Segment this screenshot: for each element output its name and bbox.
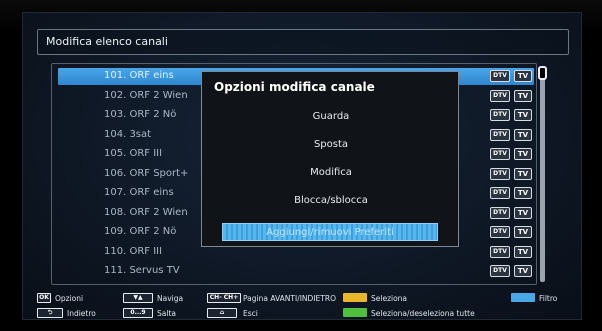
skip-key: 0...9: [123, 308, 153, 318]
dtv-badge: DTV: [490, 109, 510, 121]
menu-item-add-remove-favourites[interactable]: Aggiungi/rimuovi Preferiti: [222, 223, 438, 241]
dtv-badge: DTV: [490, 70, 510, 82]
tv-badge: TV: [514, 167, 532, 180]
tv-badge: TV: [514, 265, 532, 277]
channel-name: 111. Servus TV: [104, 265, 180, 276]
channel-row[interactable]: 111. Servus TV DTV TV: [58, 263, 534, 280]
popup-title: Opzioni modifica canale: [214, 80, 375, 94]
page-label: Pagina AVANTI/INDIETRO: [243, 294, 336, 303]
tv-badge: TV: [514, 187, 532, 199]
channel-name: 103. ORF 2 Nö: [104, 109, 177, 120]
tv-badge: TV: [514, 70, 532, 82]
menu-item-move[interactable]: Sposta: [202, 136, 460, 154]
channel-name: 107. ORF eins: [104, 187, 174, 198]
tv-screen: Modifica elenco canali 101. ORF eins DTV…: [22, 12, 582, 320]
dtv-badge: DTV: [490, 245, 510, 258]
options-label: Opzioni: [55, 294, 84, 303]
menu-item-lock-unlock[interactable]: Blocca/sblocca: [202, 192, 460, 210]
dtv-badge: DTV: [490, 89, 510, 102]
dtv-badge: DTV: [490, 265, 510, 277]
scrollbar-track[interactable]: [540, 68, 545, 282]
filter-label: Filtro: [539, 294, 558, 303]
channel-name: 104. 3sat: [104, 128, 152, 140]
page-keys: CH- CH+: [207, 293, 241, 303]
ok-key: OK: [37, 293, 51, 303]
back-label: Indietro: [67, 309, 96, 318]
dtv-badge: DTV: [490, 167, 510, 180]
dtv-badge: DTV: [490, 187, 510, 199]
exit-label: Esci: [243, 309, 258, 318]
channel-name: 102. ORF 2 Wien: [104, 89, 188, 101]
channel-options-popup: Opzioni modifica canale Guarda Sposta Mo…: [201, 71, 459, 247]
title-bar: Modifica elenco canali: [37, 29, 569, 55]
home-icon: ⌂: [207, 308, 237, 318]
channel-name: 101. ORF eins: [104, 70, 174, 81]
select-label: Seleziona: [371, 294, 408, 303]
skip-label: Salta: [157, 309, 176, 318]
channel-name: 110. ORF III: [104, 245, 163, 257]
navigate-arrows-icon: ▼▲: [123, 293, 153, 303]
scrollbar-thumb[interactable]: [538, 66, 547, 80]
tv-badge: TV: [514, 206, 532, 219]
channel-name: 108. ORF 2 Wien: [104, 206, 188, 218]
tv-badge: TV: [514, 148, 532, 160]
tv-badge: TV: [514, 226, 532, 238]
menu-item-watch[interactable]: Guarda: [202, 108, 460, 126]
dtv-badge: DTV: [490, 148, 510, 160]
page-title: Modifica elenco canali: [46, 35, 168, 48]
green-key-icon: [343, 308, 367, 317]
channel-name: 109. ORF 2 Nö: [104, 226, 177, 237]
menu-item-edit[interactable]: Modifica: [202, 164, 460, 182]
channel-name: 106. ORF Sport+: [104, 167, 189, 179]
footer-legend: OK Opzioni ⮌ Indietro ▼▲ Naviga 0...9 Sa…: [37, 291, 569, 323]
back-key-icon: ⮌: [37, 308, 63, 318]
blue-key-icon: [511, 293, 535, 302]
dtv-badge: DTV: [490, 128, 510, 141]
tv-badge: TV: [514, 245, 532, 258]
tv-badge: TV: [514, 128, 532, 141]
tv-badge: TV: [514, 109, 532, 121]
navigate-label: Naviga: [157, 294, 184, 303]
select-all-label: Seleziona/deseleziona tutte: [371, 309, 475, 318]
dtv-badge: DTV: [490, 226, 510, 238]
dtv-badge: DTV: [490, 206, 510, 219]
tv-frame: Modifica elenco canali 101. ORF eins DTV…: [0, 0, 602, 331]
channel-name: 105. ORF III: [104, 148, 163, 159]
yellow-key-icon: [343, 293, 367, 302]
tv-badge: TV: [514, 89, 532, 102]
